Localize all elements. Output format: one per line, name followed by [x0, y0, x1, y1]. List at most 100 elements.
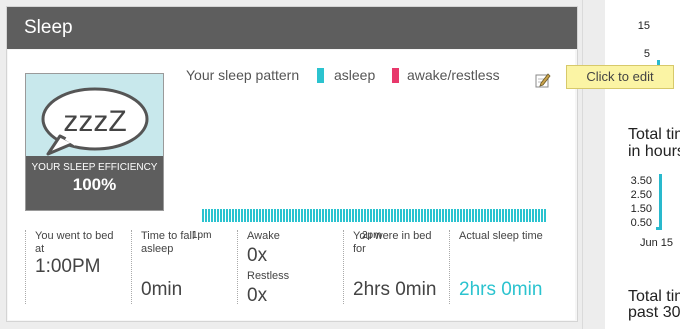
timeline-segment — [538, 209, 540, 222]
awake-swatch — [392, 68, 399, 83]
restless-value: 0x — [247, 285, 268, 306]
timeline-segment — [235, 209, 237, 222]
timeline-segment — [541, 209, 543, 222]
timeline-segment — [388, 209, 390, 222]
rp-tick-0-50: 0.50 — [630, 217, 652, 229]
timeline-segment — [397, 209, 399, 222]
timeline-segment — [514, 209, 516, 222]
timeline-segment — [472, 209, 474, 222]
timeline-segment — [226, 209, 228, 222]
timeline-segment — [379, 209, 381, 222]
timeline-segment — [277, 209, 279, 222]
inbed-value: 2hrs 0min — [353, 279, 437, 300]
efficiency-band: YOUR SLEEP EFFICIENCY 100% — [26, 156, 163, 210]
timeline-segment — [418, 209, 420, 222]
timeline-segment — [466, 209, 468, 222]
timeline-segment — [433, 209, 435, 222]
timeline-segment — [412, 209, 414, 222]
timeline-segment — [253, 209, 255, 222]
timeline-segment — [280, 209, 282, 222]
timeline-segment — [364, 209, 366, 222]
timeline-segment — [256, 209, 258, 222]
timeline-segment — [445, 209, 447, 222]
inbed-label: You were in bed for — [353, 230, 432, 255]
actual-label: Actual sleep time — [459, 230, 543, 242]
rp-title1-line2: in hours — [628, 143, 680, 160]
timeline-segment — [526, 209, 528, 222]
timeline-segment — [283, 209, 285, 222]
rp-tick-1-50: 1.50 — [630, 203, 652, 215]
timeline-segment — [409, 209, 411, 222]
timeline-segment — [334, 209, 336, 222]
rp-bar-stub — [656, 227, 659, 230]
timeline-segment — [517, 209, 519, 222]
timeline-segment — [481, 209, 483, 222]
awake-label: Awake — [247, 230, 280, 242]
timeline-segment — [310, 209, 312, 222]
timeline-segment — [202, 209, 204, 222]
timeline-segment — [349, 209, 351, 222]
efficiency-value: 100% — [72, 175, 117, 194]
rp-tick-2-50: 2.50 — [630, 189, 652, 201]
timeline-segment — [493, 209, 495, 222]
timeline-segment — [403, 209, 405, 222]
asleep-swatch — [317, 68, 324, 83]
stat-divider — [449, 230, 450, 304]
timeline-segment — [415, 209, 417, 222]
timeline-segment — [274, 209, 276, 222]
timeline-segment — [346, 209, 348, 222]
timeline-segment — [442, 209, 444, 222]
rp-date: Jun 15 — [640, 237, 674, 249]
rp-title1-line1: Total tim — [628, 126, 680, 143]
timeline-segment — [502, 209, 504, 222]
timeline-segment — [490, 209, 492, 222]
timeline-segment — [259, 209, 261, 222]
legend-title: Your sleep pattern — [186, 67, 300, 83]
stat-divider — [25, 230, 26, 304]
timeline-segment — [370, 209, 372, 222]
timeline-segment — [319, 209, 321, 222]
rp-title2-line1: Total tim — [628, 288, 680, 305]
timeline-segment — [448, 209, 450, 222]
timeline-segment — [340, 209, 342, 222]
timeline-segment — [223, 209, 225, 222]
timeline-segment — [268, 209, 270, 222]
efficiency-label: YOUR SLEEP EFFICIENCY — [31, 162, 158, 173]
timeline-segment — [508, 209, 510, 222]
bed-label: You went to bed at — [35, 230, 114, 255]
awake-value: 0x — [247, 245, 268, 266]
timeline-segment — [298, 209, 300, 222]
timeline-segment — [241, 209, 243, 222]
timeline-segment — [355, 209, 357, 222]
timeline-segment — [382, 209, 384, 222]
timeline-segment — [361, 209, 363, 222]
timeline-segment — [454, 209, 456, 222]
rp-title2-line2: past 30 — [628, 304, 680, 321]
timeline-segment — [262, 209, 264, 222]
timeline-segment — [352, 209, 354, 222]
timeline-segment — [436, 209, 438, 222]
fall-label: Time to fall asleep — [141, 230, 195, 255]
edit-icon[interactable] — [535, 72, 551, 88]
timeline-segment — [358, 209, 360, 222]
timeline-segment — [469, 209, 471, 222]
timeline-segment — [475, 209, 477, 222]
timeline-segment — [214, 209, 216, 222]
timeline-segment — [343, 209, 345, 222]
timeline-segment — [484, 209, 486, 222]
panel-divider — [582, 0, 583, 329]
timeline-segment — [430, 209, 432, 222]
sleep-timeline — [202, 209, 546, 222]
timeline-segment — [265, 209, 267, 222]
sleep-card: Sleep zzzZ YOUR SLEEP EFFICIENCY 100% Yo… — [6, 6, 578, 322]
timeline-segment — [313, 209, 315, 222]
timeline-segment — [301, 209, 303, 222]
timeline-segment — [304, 209, 306, 222]
timeline-segment — [286, 209, 288, 222]
timeline-segment — [427, 209, 429, 222]
timeline-segment — [205, 209, 207, 222]
timeline-segment — [376, 209, 378, 222]
timeline-segment — [505, 209, 507, 222]
timeline-segment — [247, 209, 249, 222]
card-header: Sleep — [7, 7, 577, 49]
